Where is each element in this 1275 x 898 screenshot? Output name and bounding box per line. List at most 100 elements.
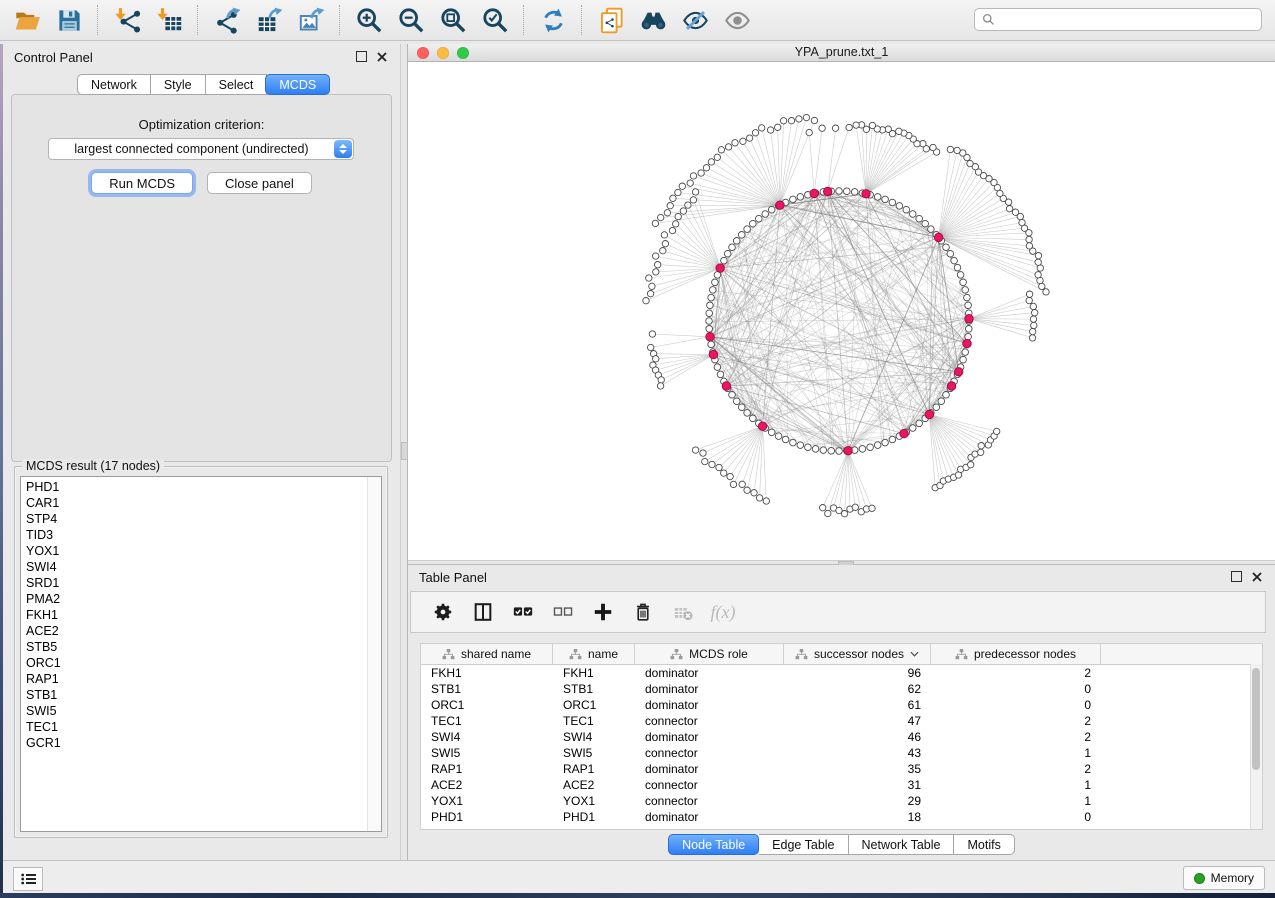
tab-motifs[interactable]: Motifs <box>954 834 1014 855</box>
close-panel-icon[interactable] <box>377 52 387 62</box>
open-session-button[interactable] <box>6 2 48 38</box>
mcds-result-item[interactable]: ORC1 <box>26 656 381 672</box>
mcds-result-item[interactable]: YOX1 <box>26 544 381 560</box>
splitter-grip[interactable] <box>401 442 408 460</box>
column-header-name[interactable]: name <box>553 644 635 664</box>
show-graphics-details-button[interactable] <box>716 2 758 38</box>
add-column-icon[interactable] <box>590 599 616 625</box>
tab-network-table[interactable]: Network Table <box>849 834 955 855</box>
table-row[interactable]: SWI5SWI5connector431 <box>421 745 1262 761</box>
tab-network[interactable]: Network <box>77 74 151 95</box>
mcds-result-item[interactable]: SRD1 <box>26 576 381 592</box>
table-scrollbar[interactable] <box>1250 664 1262 829</box>
vertical-splitter[interactable] <box>400 44 408 860</box>
run-mcds-button[interactable]: Run MCDS <box>91 172 193 194</box>
table-options-gear-icon[interactable] <box>430 599 456 625</box>
tab-select[interactable]: Select <box>206 74 268 95</box>
toggle-column-panel-icon[interactable] <box>470 599 496 625</box>
table-row[interactable]: YOX1YOX1connector291 <box>421 793 1262 809</box>
first-neighbors-button[interactable] <box>632 2 674 38</box>
table-row[interactable]: FKH1FKH1dominator962 <box>421 665 1262 681</box>
close-panel-icon[interactable] <box>1252 572 1262 582</box>
zoom-out-button[interactable] <box>390 2 432 38</box>
mcds-result-item[interactable]: ACE2 <box>26 624 381 640</box>
float-panel-icon[interactable] <box>1231 571 1242 582</box>
mcds-result-item[interactable]: CAR1 <box>26 496 381 512</box>
cell-predecessor-nodes: 2 <box>931 665 1101 681</box>
mcds-result-item[interactable]: RAP1 <box>26 672 381 688</box>
mcds-result-item[interactable]: TEC1 <box>26 720 381 736</box>
zoom-in-button[interactable] <box>348 2 390 38</box>
cell-successor-nodes: 96 <box>784 665 931 681</box>
mcds-result-item[interactable]: GCR1 <box>26 736 381 752</box>
zoom-in-icon <box>356 7 383 34</box>
cell-mcds-role: dominator <box>635 665 784 681</box>
table-row[interactable]: ORC1ORC1dominator610 <box>421 697 1262 713</box>
tab-mcds[interactable]: MCDS <box>265 74 330 95</box>
save-session-button[interactable] <box>48 2 90 38</box>
table-row[interactable]: SWI4SWI4dominator462 <box>421 729 1262 745</box>
zoom-selected-button[interactable] <box>474 2 516 38</box>
mcds-result-item[interactable]: SWI4 <box>26 560 381 576</box>
deselect-all-checks-icon[interactable] <box>550 599 576 625</box>
mcds-result-item[interactable]: STB1 <box>26 688 381 704</box>
refresh-button[interactable] <box>532 2 574 38</box>
select-all-checks-icon[interactable] <box>510 599 536 625</box>
mcds-result-item[interactable]: FKH1 <box>26 608 381 624</box>
memory-button[interactable]: Memory <box>1183 866 1265 890</box>
table-row[interactable]: TEC1TEC1connector472 <box>421 713 1262 729</box>
tab-edge-table[interactable]: Edge Table <box>759 834 848 855</box>
mcds-result-item[interactable]: STB5 <box>26 640 381 656</box>
table-row[interactable]: ACE2ACE2connector311 <box>421 777 1262 793</box>
cell-shared-name: FKH1 <box>421 665 553 681</box>
column-header-predecessor-nodes[interactable]: predecessor nodes <box>931 644 1101 664</box>
mcds-result-item[interactable]: PMA2 <box>26 592 381 608</box>
table-row[interactable]: STB1STB1dominator620 <box>421 681 1262 697</box>
export-table-button[interactable] <box>248 2 290 38</box>
cell-successor-nodes: 62 <box>784 681 931 697</box>
column-header-mcds-role[interactable]: MCDS role <box>635 644 784 664</box>
export-image-button[interactable] <box>290 2 332 38</box>
cell-successor-nodes: 61 <box>784 697 931 713</box>
search-box[interactable] <box>974 8 1262 31</box>
column-header-shared-name[interactable]: shared name <box>421 644 553 664</box>
refresh-icon <box>540 7 567 34</box>
optimization-criterion-select[interactable]: largest connected component (undirected) <box>48 138 354 160</box>
control-panel: Control Panel NetworkStyleSelectMCDS Opt… <box>3 44 400 860</box>
result-list-scrollbar[interactable] <box>367 477 381 831</box>
cell-shared-name: TEC1 <box>421 713 553 729</box>
mcds-result-item[interactable]: STP4 <box>26 512 381 528</box>
new-network-from-selection-button[interactable] <box>590 2 632 38</box>
column-header-successor-nodes[interactable]: successor nodes <box>784 644 931 664</box>
search-input[interactable] <box>999 12 1261 28</box>
import-table-button[interactable] <box>148 2 190 38</box>
task-history-button[interactable] <box>13 867 43 891</box>
window-close-light[interactable] <box>417 47 429 59</box>
table-row[interactable]: RAP1RAP1dominator352 <box>421 761 1262 777</box>
float-panel-icon[interactable] <box>356 51 367 62</box>
mcds-result-item[interactable]: SWI5 <box>26 704 381 720</box>
import-network-button[interactable] <box>106 2 148 38</box>
search-icon <box>982 13 995 26</box>
scrollbar-thumb[interactable] <box>1252 668 1260 770</box>
mcds-result-list: PHD1CAR1STP4TID3YOX1SWI4SRD1PMA2FKH1ACE2… <box>20 476 382 832</box>
zoom-fit-button[interactable] <box>432 2 474 38</box>
cell-mcds-role: connector <box>635 793 784 809</box>
mcds-result-item[interactable]: TID3 <box>26 528 381 544</box>
network-canvas[interactable] <box>408 62 1275 560</box>
mcds-result-item[interactable]: PHD1 <box>26 480 381 496</box>
hide-graphics-details-button[interactable] <box>674 2 716 38</box>
export-network-button[interactable] <box>206 2 248 38</box>
close-panel-button[interactable]: Close panel <box>207 172 312 194</box>
table-row[interactable]: PHD1PHD1dominator180 <box>421 809 1262 825</box>
window-minimize-light[interactable] <box>437 47 449 59</box>
table-tabbar: Node TableEdge TableNetwork TableMotifs <box>408 834 1275 855</box>
network-graph[interactable] <box>408 62 1275 560</box>
tab-node-table[interactable]: Node Table <box>668 834 759 855</box>
tab-style[interactable]: Style <box>151 74 206 95</box>
cell-predecessor-nodes: 1 <box>931 793 1101 809</box>
network-window-titlebar[interactable]: YPA_prune.txt_1 <box>408 44 1275 62</box>
window-zoom-light[interactable] <box>457 47 469 59</box>
delete-column-icon[interactable] <box>630 599 656 625</box>
network-title: YPA_prune.txt_1 <box>408 44 1275 61</box>
